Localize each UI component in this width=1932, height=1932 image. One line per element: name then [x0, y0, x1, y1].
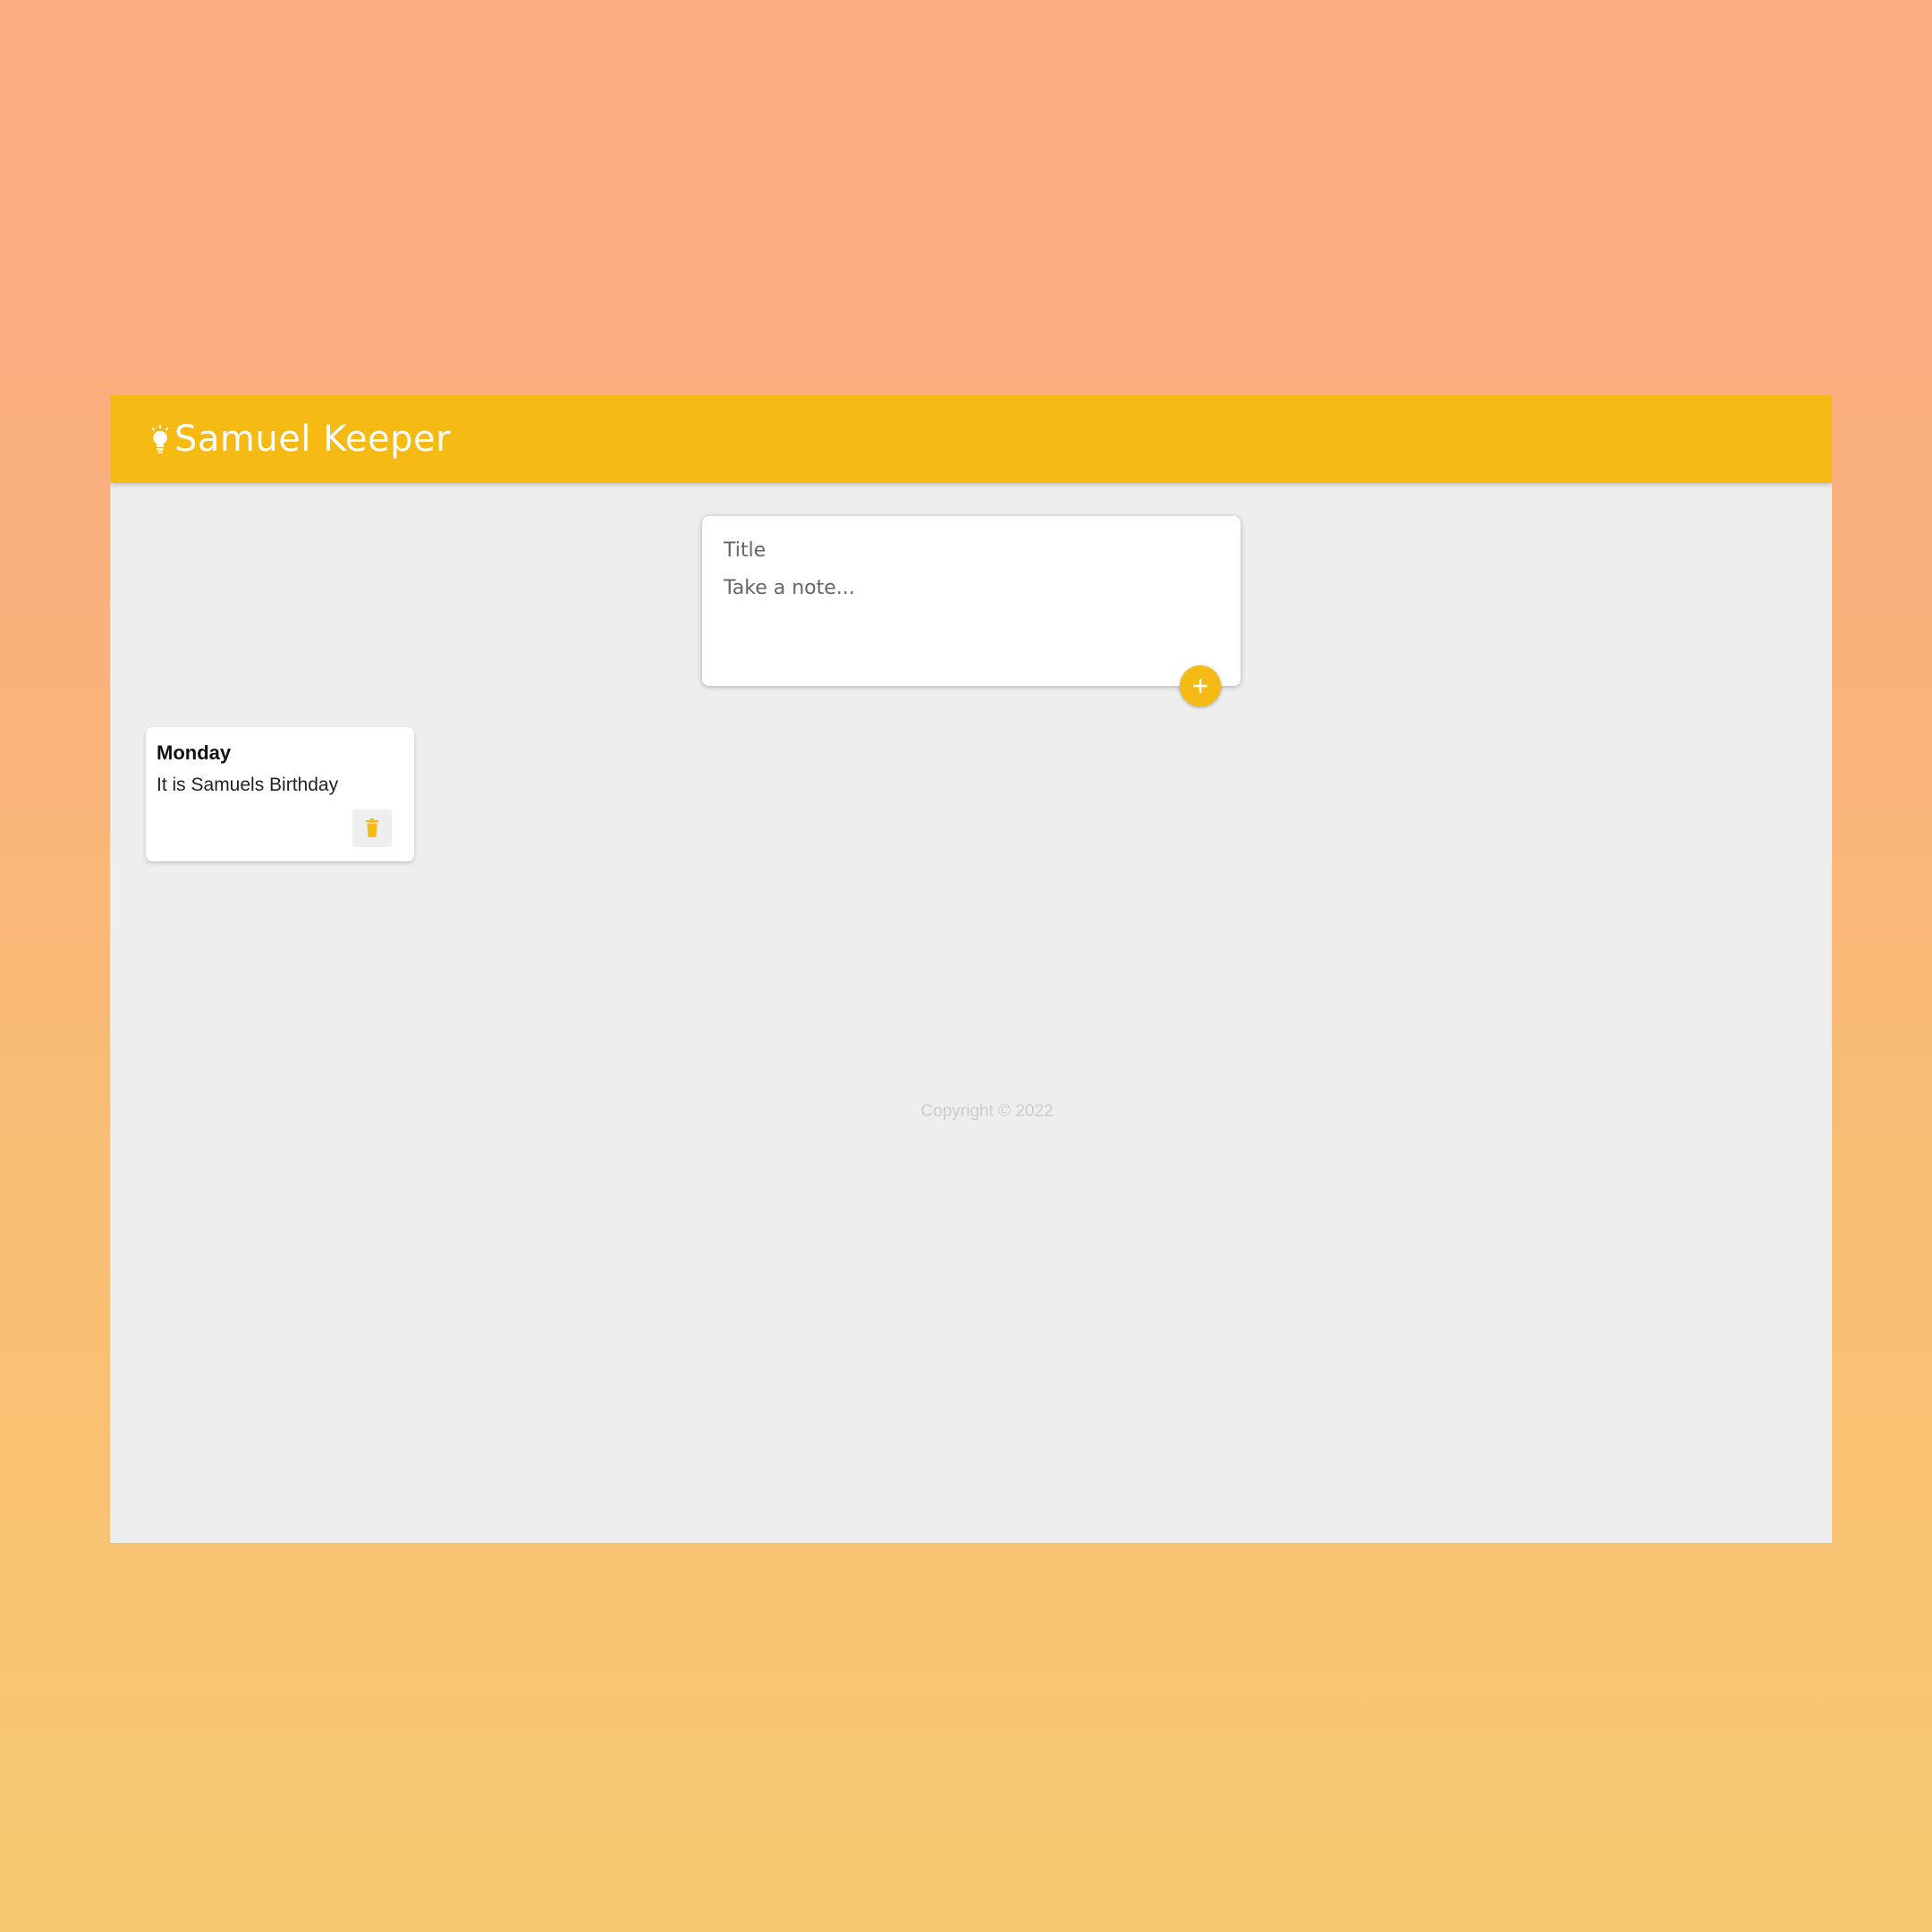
note-title: Monday	[157, 741, 232, 764]
note-content-input[interactable]	[724, 577, 1207, 657]
note-content: It is Samuels Birthday	[157, 775, 339, 795]
trash-icon	[366, 818, 378, 837]
lightbulb-icon	[149, 424, 171, 454]
app-window: Samuel Keeper Monday It is Samuels Birth…	[110, 395, 1832, 1543]
note-card: Monday It is Samuels Birthday	[146, 727, 414, 861]
copyright-text: Copyright © 2022	[920, 1102, 1054, 1121]
add-note-button[interactable]	[1180, 665, 1221, 707]
create-note-form	[702, 516, 1241, 686]
footer: Copyright © 2022	[110, 1102, 1832, 1122]
brand: Samuel Keeper	[149, 419, 451, 460]
delete-note-button[interactable]	[352, 809, 392, 847]
app-title: Samuel Keeper	[174, 419, 452, 460]
plus-icon	[1192, 678, 1208, 694]
app-header: Samuel Keeper	[110, 395, 1832, 483]
note-title-input[interactable]	[724, 539, 1207, 562]
